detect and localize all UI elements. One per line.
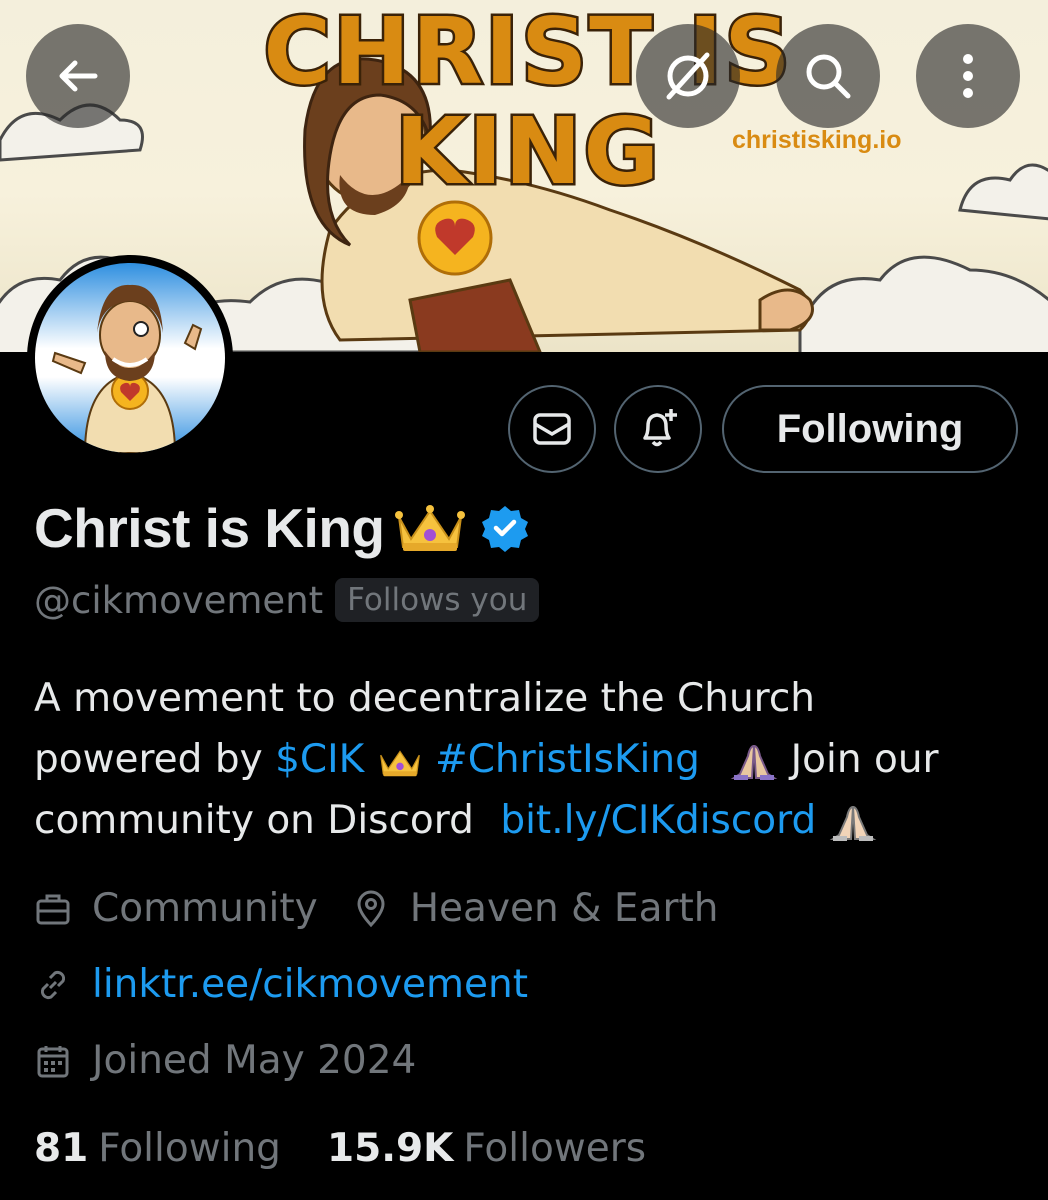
avatar-illustration: [51, 284, 203, 453]
followers-label: Followers: [463, 1126, 647, 1171]
discord-link[interactable]: bit.ly/CIKdiscord: [500, 798, 816, 843]
crown-emoji-icon: [394, 505, 465, 551]
grok-icon: [666, 52, 710, 100]
bio-line-1: A movement to decentralize the Church: [34, 676, 816, 721]
hashtag-link[interactable]: #ChristIsKing: [435, 737, 700, 782]
bell-plus-icon: [643, 409, 677, 447]
following-button[interactable]: Following: [722, 385, 1018, 473]
handle-row: @cikmovement Follows you: [34, 578, 540, 622]
follows-you-badge: Follows you: [335, 578, 540, 622]
location-pin-icon: [357, 890, 385, 927]
more-button[interactable]: [916, 24, 1020, 128]
location-text: Heaven & Earth: [409, 886, 719, 931]
back-button[interactable]: [26, 24, 130, 128]
bio-line-3: community on Discord bit.ly/CIKdiscord: [34, 790, 1024, 851]
user-handle: @cikmovement: [34, 578, 324, 622]
follow-stats: 81 Following 15.9K Followers: [34, 1126, 646, 1171]
search-button[interactable]: [776, 24, 880, 128]
name-row: Christ is King: [34, 496, 529, 560]
following-stat[interactable]: 81 Following: [34, 1126, 281, 1171]
verified-badge-icon[interactable]: [481, 504, 529, 552]
followers-count: 15.9K: [326, 1126, 454, 1171]
calendar-icon: [37, 1045, 69, 1077]
praying-hands-emoji-icon: [730, 744, 778, 780]
profile-bio: A movement to decentralize the Church po…: [34, 668, 1024, 851]
bio-join-text: Join our: [790, 737, 939, 782]
search-icon: [806, 54, 851, 99]
bio-line-2: powered by $CIK #ChristIsKing Join our: [34, 729, 1024, 790]
profile-avatar[interactable]: [27, 255, 233, 461]
joined-text: Joined May 2024: [92, 1038, 417, 1083]
arrow-left-icon: [59, 60, 98, 92]
bio-prefix: powered by: [34, 737, 276, 782]
more-vertical-icon: [963, 54, 973, 98]
following-label: Following: [98, 1126, 281, 1171]
praying-hands-emoji-icon: [829, 805, 876, 841]
meta-row-website: linktr.ee/cikmovement: [34, 962, 528, 1007]
avatar-image: [35, 263, 225, 453]
grok-button[interactable]: [636, 24, 740, 128]
meta-row-joined: Joined May 2024: [34, 1038, 416, 1083]
briefcase-icon: [36, 894, 70, 924]
followers-stat[interactable]: 15.9K Followers: [327, 1126, 646, 1171]
crown-emoji-icon: [379, 749, 420, 776]
envelope-icon: [533, 413, 571, 445]
link-icon: [40, 970, 66, 999]
banner-url: christisking.io: [732, 126, 902, 154]
bio-community-text: community on Discord: [34, 798, 474, 843]
display-name: Christ is King: [34, 497, 385, 559]
notify-button[interactable]: [614, 385, 702, 473]
meta-row-category: Community Heaven & Earth: [34, 886, 719, 931]
message-button[interactable]: [508, 385, 596, 473]
cashtag-link[interactable]: $CIK: [275, 737, 364, 782]
category-text: Community: [92, 886, 318, 931]
following-count: 81: [34, 1126, 89, 1171]
website-link[interactable]: linktr.ee/cikmovement: [92, 962, 528, 1007]
